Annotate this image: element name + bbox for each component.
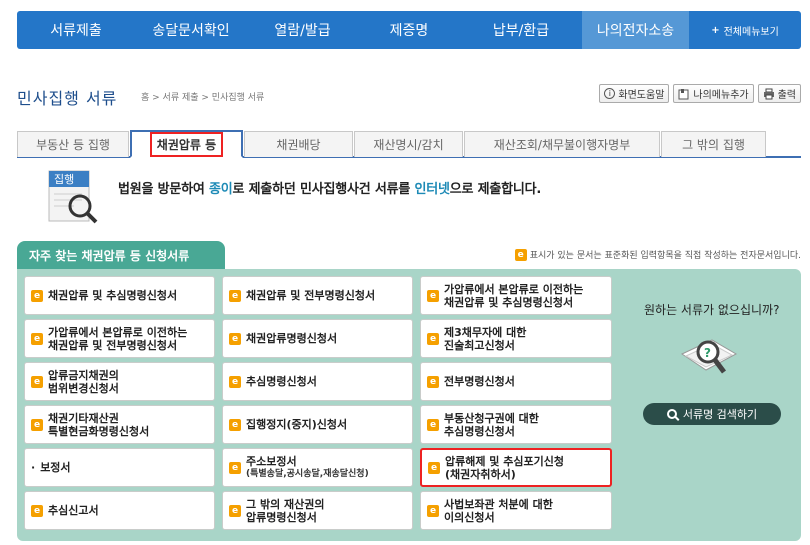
e-document-icon: e	[229, 332, 241, 345]
tab-bond-seizure[interactable]: 채권압류 등	[130, 130, 243, 158]
document-search-button-label: 서류명 검색하기	[682, 408, 758, 421]
top-nav: 서류제출 송달문서확인 열람/발급 제증명 납부/환급 나의전자소송 + 전체메…	[17, 11, 801, 49]
doc-item[interactable]: e그 밖의 재산권의 압류명령신청서	[222, 491, 413, 530]
e-document-icon: e	[427, 289, 439, 302]
doc-item[interactable]: e 사법보좌관 처분에 대한 이의신청서	[420, 491, 612, 530]
e-document-icon: e	[31, 418, 43, 431]
doc-item[interactable]: · 보정서	[24, 448, 215, 487]
section-title: 자주 찾는 채권압류 등 신청서류	[17, 241, 225, 269]
info-icon: i	[604, 88, 616, 99]
e-document-icon: e	[31, 504, 43, 517]
e-document-icon: e	[514, 248, 527, 261]
document-search-button[interactable]: 서류명 검색하기	[643, 403, 781, 425]
add-menu-button[interactable]: 나의메뉴추가	[673, 84, 754, 103]
e-document-icon: e	[229, 418, 241, 431]
bullet-icon: ·	[31, 461, 36, 474]
e-document-icon: e	[427, 418, 439, 431]
e-document-icon: e	[229, 504, 241, 517]
tab-other-execution[interactable]: 그 밖의 집행	[661, 131, 766, 157]
intro-highlight-paper: 종이	[208, 182, 233, 197]
intro-text: 법원을 방문하여 종이로 제출하던 민사집행사건 서류를 인터넷으로 제출합니다…	[118, 182, 542, 197]
doc-item[interactable]: e 가압류에서 본압류로 이전하는 채권압류 및 전부명령신청서	[24, 319, 215, 358]
doc-item[interactable]: e 전부명령신청서	[420, 362, 612, 401]
printer-icon	[763, 88, 775, 100]
doc-item[interactable]: e 추심신고서	[24, 491, 215, 530]
e-document-icon: e	[229, 461, 241, 474]
page-title: 민사집행 서류	[17, 89, 118, 108]
e-document-icon: e	[229, 289, 241, 302]
doc-item[interactable]: e 추심명령신청서	[222, 362, 413, 401]
doc-item[interactable]: e 채권압류 및 추심명령신청서	[24, 276, 215, 315]
e-document-icon: e	[428, 461, 440, 474]
nav-item-my-ecourt[interactable]: 나의전자소송	[582, 11, 689, 49]
nav-item-submit[interactable]: 서류제출	[17, 11, 135, 49]
execution-icon-label: 집행	[54, 173, 74, 186]
e-document-icon: e	[31, 332, 43, 345]
tab-asset-inquiry[interactable]: 재산조회/채무불이행자명부	[464, 131, 660, 157]
nav-item-payment[interactable]: 납부/환급	[460, 11, 582, 49]
execution-document-icon: 집행	[48, 170, 100, 224]
e-document-icon: e	[229, 375, 241, 388]
tab-bond-distribution[interactable]: 채권배당	[244, 131, 353, 157]
doc-item-highlighted[interactable]: e 압류해제 및 추심포기신청 (채권자취하서)	[420, 448, 612, 487]
tab-bond-seizure-label: 채권압류 등	[149, 131, 224, 157]
svg-text:?: ?	[704, 346, 711, 360]
doc-item[interactable]: e 집행정지(중지)신청서	[222, 405, 413, 444]
nav-all-menu[interactable]: + 전체메뉴보기	[689, 11, 801, 49]
missing-document-question: 원하는 서류가 없으십니까?	[644, 303, 780, 317]
plus-icon: +	[711, 24, 720, 36]
tab-bar: 부동산 등 집행 채권압류 등 채권배당 재산명시/감치 재산조회/채무불이행자…	[17, 130, 801, 158]
tab-asset-disclosure[interactable]: 재산명시/감치	[354, 131, 463, 157]
e-document-icon: e	[427, 332, 439, 345]
tab-real-estate[interactable]: 부동산 등 집행	[17, 131, 129, 157]
nav-item-delivery[interactable]: 송달문서확인	[135, 11, 247, 49]
doc-item[interactable]: e 가압류에서 본압류로 이전하는 채권압류 및 추심명령신청서	[420, 276, 612, 315]
help-button[interactable]: i 화면도움말	[599, 84, 670, 103]
legend-text: 표시가 있는 문서는 표준화된 입력항목을 직접 작성하는 전자문서입니다.	[529, 251, 801, 261]
e-document-icon: e	[31, 289, 43, 302]
doc-item[interactable]: e 채권압류 및 전부명령신청서	[222, 276, 413, 315]
breadcrumb: 홈 > 서류 제출 > 민사집행 서류	[141, 93, 265, 103]
document-grid: e 채권압류 및 추심명령신청서 e 채권압류 및 전부명령신청서 e 가압류에서 본…	[24, 276, 612, 530]
print-button[interactable]: 출력	[757, 84, 801, 103]
intro-highlight-internet: 인터넷	[414, 182, 450, 197]
e-document-icon: e	[427, 375, 439, 388]
help-button-label: 화면도움말	[618, 90, 665, 101]
e-document-legend: e 표시가 있는 문서는 표준화된 입력항목을 직접 작성하는 전자문서입니다.	[514, 248, 801, 261]
add-menu-button-label: 나의메뉴추가	[693, 90, 749, 101]
doc-item[interactable]: e 제3채무자에 대한 진술최고신청서	[420, 319, 612, 358]
doc-item[interactable]: e 채권기타재산권 특별현금화명령신청서	[24, 405, 215, 444]
nav-item-view-issue[interactable]: 열람/발급	[247, 11, 358, 49]
document-search-icon: ?	[678, 332, 740, 382]
nav-all-menu-label: 전체메뉴보기	[723, 26, 779, 38]
doc-item[interactable]: e 부동산청구권에 대한 추심명령신청서	[420, 405, 612, 444]
doc-item[interactable]: e 채권압류명령신청서	[222, 319, 413, 358]
print-button-label: 출력	[777, 90, 796, 101]
e-document-icon: e	[427, 504, 439, 517]
doc-item[interactable]: e 압류금지채권의 범위변경신청서	[24, 362, 215, 401]
doc-item[interactable]: e 주소보정서 (특별송달,공시송달,재송달신청)	[222, 448, 413, 487]
add-menu-icon	[678, 88, 690, 100]
search-icon	[666, 409, 677, 419]
toolbar: i 화면도움말 나의메뉴추가 출력	[599, 84, 801, 103]
nav-item-certificate[interactable]: 제증명	[358, 11, 460, 49]
e-document-icon: e	[31, 375, 43, 388]
